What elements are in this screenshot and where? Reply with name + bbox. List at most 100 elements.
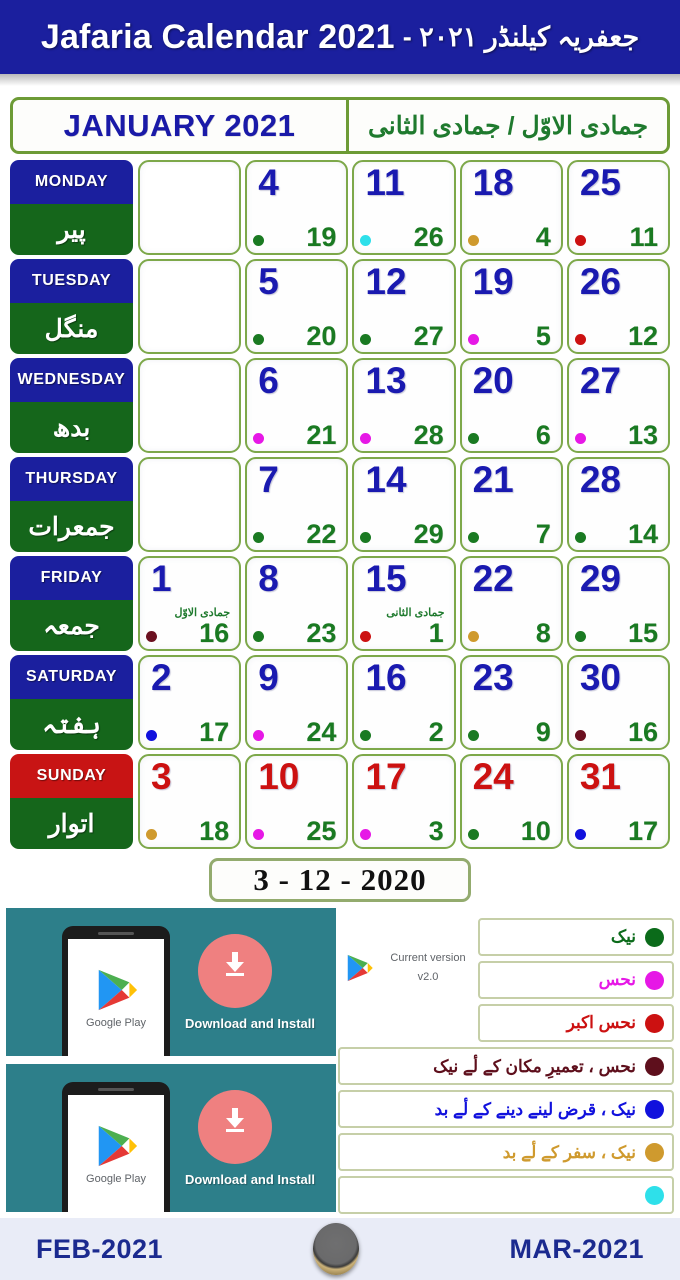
day-name-urdu: اتوار [10, 798, 133, 849]
next-month-button[interactable]: MAR-2021 [509, 1234, 644, 1265]
calendar-cell[interactable]: 18 4 [459, 160, 563, 255]
day-name-english: THURSDAY [10, 457, 133, 501]
calendar-cell[interactable]: 22 8 [459, 556, 563, 651]
legend-item[interactable]: نیک ، قرض لینے دینے کے لٔے بد [338, 1090, 674, 1128]
calendar-cell[interactable]: 3 18 [138, 754, 242, 849]
hijri-day-number: 17 [199, 717, 230, 747]
calendar-cell[interactable]: 19 5 [459, 259, 563, 354]
hijri-day-number: 21 [306, 420, 337, 450]
status-dot [467, 829, 479, 840]
calendar-cell[interactable]: 31 17 [566, 754, 671, 849]
legend-item[interactable] [338, 1176, 674, 1214]
download-cta-1: Download and Install [184, 1016, 315, 1031]
gregorian-day-number: 2 [151, 657, 172, 698]
calendar-cell[interactable]: 25 11 [566, 160, 671, 255]
google-play-label: Google Play [86, 1016, 146, 1029]
calendar-cell[interactable]: 4 19 [245, 160, 349, 255]
calendar-cell[interactable]: 217 [459, 457, 563, 552]
day-name-english: FRIDAY [10, 556, 133, 600]
gregorian-month-text: JANUARY 2021 [63, 107, 296, 143]
calendar-cell[interactable]: 15 1 جمادى الثانى [352, 556, 456, 651]
calendar-cell[interactable]: 5 20 [245, 259, 349, 354]
gregorian-day-number: 30 [579, 657, 621, 698]
hijri-day-number: 16 [627, 717, 659, 747]
hijri-month-text: جمادى الاوّل / جمادى الثانى [367, 111, 649, 140]
calendar-cell[interactable]: 9 24 [245, 655, 349, 750]
calendar-cell[interactable]: 28 14 [566, 457, 671, 552]
gregorian-day-number: 6 [258, 360, 279, 401]
hijri-month-marker: جمادى الثانى [386, 607, 445, 619]
legend-item[interactable]: نحس [478, 961, 674, 999]
legend-item[interactable]: نیک ، سفر کے لٔے بد [338, 1133, 674, 1171]
prev-month-button[interactable]: FEB-2021 [36, 1234, 163, 1265]
calendar-grid: MONDAY پیر 4 19 11 26 18 4 25 11 TUESDAY منگل 5 20 12 2… [8, 158, 672, 851]
gregorian-day-number: 16 [365, 657, 407, 698]
calendar-cell[interactable]: 7 22 [245, 457, 349, 552]
version-line-1: Current version [390, 952, 466, 965]
hijri-day-number: 8 [535, 618, 551, 648]
calendar-cell[interactable]: 16 2 [352, 655, 456, 750]
hijri-day-number: 24 [306, 717, 337, 747]
calendar-cell[interactable]: 30 16 [566, 655, 671, 750]
version-text: Current version v2.0 [380, 949, 476, 986]
download-arrow-icon [226, 952, 244, 976]
calendar-cell[interactable]: 17 3 [352, 754, 456, 849]
google-play-icon-2 [98, 1125, 138, 1166]
hijri-day-number: 5 [535, 321, 551, 351]
calendar-cell[interactable]: 29 15 [566, 556, 671, 651]
day-name-english: SATURDAY [10, 655, 133, 699]
calendar-cell[interactable]: 27 13 [566, 358, 671, 453]
hijri-day-number: 14 [627, 519, 659, 549]
calendar-cell[interactable]: 20 6 [459, 358, 563, 453]
hijri-day-number: 26 [413, 222, 444, 252]
day-header-monday: MONDAY پیر [8, 158, 136, 257]
download-banner-2[interactable]: Google Play Download and Install [6, 1064, 336, 1212]
bottom-navigation: FEB-2021 MAR-2021 [0, 1218, 680, 1280]
hijri-day-number: 27 [413, 321, 444, 351]
gregorian-day-number: 20 [472, 360, 514, 401]
calendar-cell[interactable]: 11 26 [352, 160, 456, 255]
hijri-day-number: 13 [627, 420, 659, 450]
calendar-cell[interactable]: 10 25 [245, 754, 349, 849]
calendar-cell[interactable]: 26 12 [566, 259, 671, 354]
calendar-cell[interactable]: 1 16 جمادى الاوّل [138, 556, 242, 651]
version-info: Current version v2.0 [344, 938, 476, 998]
download-banner-1[interactable]: Google Play Download and Install [6, 908, 336, 1056]
status-dot [467, 532, 479, 543]
calendar-row: WEDNESDAY بدھ 6 21 13 28 20 6 27 13 [8, 356, 672, 455]
calendar-cell[interactable]: 12 27 [352, 259, 456, 354]
lower-panel: Google Play Download and Install Google … [0, 908, 680, 1218]
legend-item[interactable]: نیک [478, 918, 674, 956]
gregorian-day-number: 9 [258, 657, 279, 698]
status-dot [360, 235, 372, 246]
day-name-english: TUESDAY [10, 259, 133, 303]
calendar-cell[interactable]: 23 9 [459, 655, 563, 750]
download-arrow-icon-2 [226, 1108, 244, 1132]
hijri-day-number: 29 [413, 519, 444, 549]
legend-item[interactable]: نحس ، تعمیرِ مکان کے لٔے نیک [338, 1047, 674, 1085]
calendar-cell[interactable]: 8 23 [245, 556, 349, 651]
today-date-text: 3 - 12 - 2020 [253, 862, 427, 897]
calendar-cell-empty [138, 358, 242, 453]
legend-dot [645, 1056, 664, 1076]
calendar-cell[interactable]: 6 21 [245, 358, 349, 453]
gregorian-day-number: 17 [365, 756, 407, 797]
calendar-cell-empty [138, 160, 242, 255]
status-dot [574, 532, 586, 543]
legend-item[interactable]: نحس اکبر [478, 1004, 674, 1042]
day-name-urdu: بدھ [10, 402, 133, 453]
status-dot [360, 334, 372, 345]
home-button-icon[interactable] [313, 1223, 360, 1275]
status-dot [253, 631, 265, 642]
calendar-cell[interactable]: 24 10 [459, 754, 563, 849]
hijri-day-number: 23 [306, 618, 337, 648]
legend-dot [645, 927, 664, 947]
status-dot [146, 730, 157, 741]
version-line-2: v2.0 [417, 971, 439, 983]
calendar-cell[interactable]: 2 17 [138, 655, 242, 750]
today-date-box[interactable]: 3 - 12 - 2020 [209, 858, 471, 902]
calendar-cell[interactable]: 13 28 [352, 358, 456, 453]
calendar-row: TUESDAY منگل 5 20 12 27 19 5 26 12 [8, 257, 672, 356]
calendar-cell[interactable]: 14 29 [352, 457, 456, 552]
status-dot [146, 829, 157, 840]
